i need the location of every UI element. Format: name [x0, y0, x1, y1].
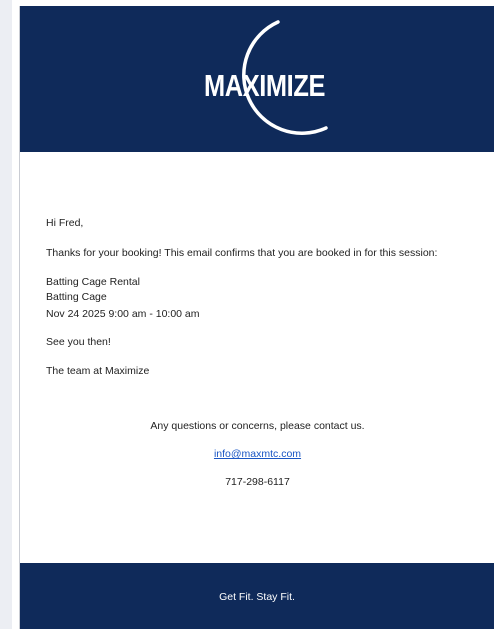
footer-tagline: Get Fit. Stay Fit. [219, 591, 295, 603]
contact-email-row: info@maxmtc.com [20, 448, 494, 460]
session-name: Batting Cage Rental [46, 276, 140, 288]
maximize-logo: MAXIMIZE [166, 16, 366, 146]
email-header: MAXIMIZE [20, 6, 494, 152]
greeting: Hi Fred, [46, 217, 84, 229]
contact-phone: 717-298-6117 [225, 476, 290, 488]
intro-text: Thanks for your booking! This email conf… [46, 247, 438, 259]
contact-prompt: Any questions or concerns, please contac… [150, 420, 365, 432]
email-body: MAXIMIZE Hi Fred, Thanks for your bookin… [19, 6, 494, 629]
logo-wordmark: MAXIMIZE [204, 68, 326, 103]
signoff-text: The team at Maximize [46, 365, 150, 377]
closing-text: See you then! [46, 336, 111, 348]
session-datetime: Nov 24 2025 9:00 am - 10:00 am [46, 308, 200, 320]
email-footer: Get Fit. Stay Fit. [20, 563, 494, 629]
window-left-margin [0, 0, 12, 629]
session-resource: Batting Cage [46, 291, 107, 303]
contact-email-link[interactable]: info@maxmtc.com [214, 448, 301, 460]
